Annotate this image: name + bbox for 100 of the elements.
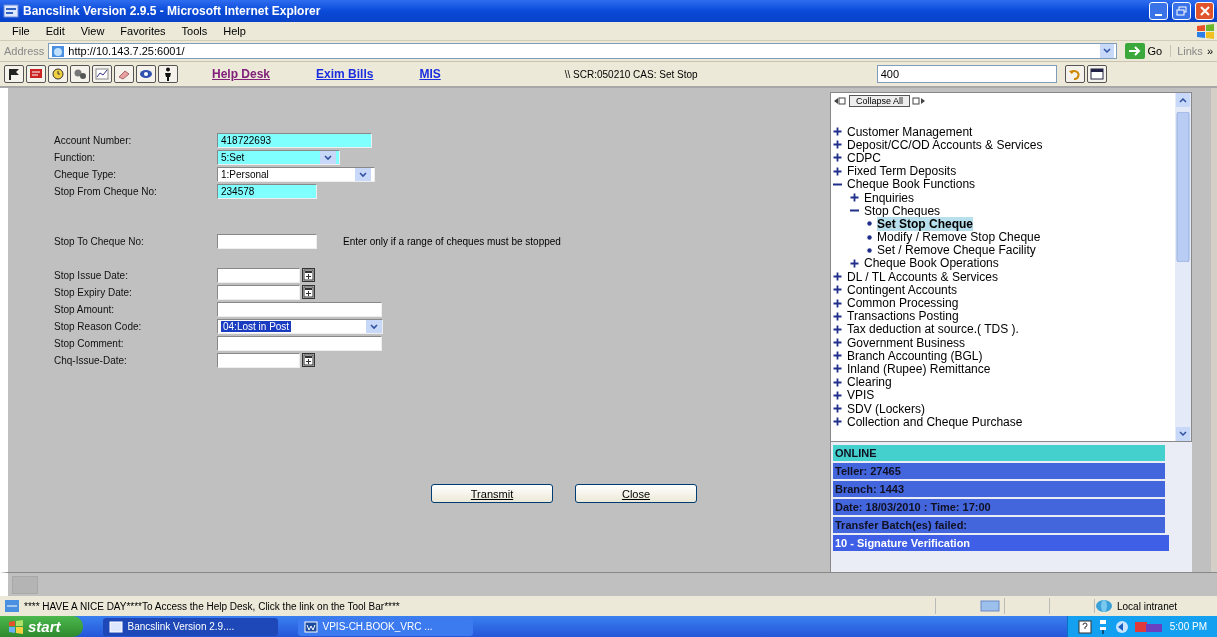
taskbar-button[interactable]: VPIS-CH.BOOK_VRC ... [297, 617, 473, 636]
plus-icon[interactable] [833, 377, 842, 387]
menu-item[interactable]: Help [215, 25, 254, 37]
plus-icon[interactable] [833, 338, 842, 348]
plus-icon[interactable] [833, 364, 842, 374]
page-icon [4, 599, 20, 613]
input-field[interactable] [217, 233, 317, 249]
address-field[interactable]: http://10.143.7.25:6001/ [48, 43, 1117, 59]
input-field[interactable]: 234578 [217, 183, 317, 199]
toolbar-link[interactable]: MIS [419, 67, 441, 81]
dropdown-field[interactable]: 04:Lost in Post [217, 318, 383, 334]
tree-item[interactable]: CDPC [847, 150, 881, 165]
plus-icon[interactable] [833, 285, 842, 295]
plus-icon[interactable] [833, 153, 842, 163]
restore-button[interactable] [1172, 2, 1191, 20]
tree-item[interactable]: Cheque Book Operations [864, 256, 999, 271]
tree-item[interactable]: Transactions Posting [847, 309, 959, 324]
go-button[interactable]: Go [1120, 43, 1167, 59]
eye-button[interactable] [136, 65, 156, 83]
speaker-icon[interactable] [1113, 619, 1128, 634]
dropdown-field[interactable]: 1:Personal [217, 166, 375, 182]
input-field[interactable]: 418722693 [217, 132, 372, 148]
plus-icon[interactable] [833, 417, 842, 427]
flag-button[interactable] [4, 65, 24, 83]
input-field[interactable] [217, 335, 382, 351]
screen-path: \\ SCR:050210 CAS: Set Stop [564, 68, 699, 80]
tree-item[interactable]: VPIS [847, 388, 875, 403]
plus-icon[interactable] [833, 311, 842, 321]
menu-item[interactable]: Edit [37, 25, 73, 37]
plus-icon[interactable] [833, 404, 842, 414]
plus-icon[interactable] [850, 258, 859, 268]
tree-item[interactable]: Fixed Term Deposits [847, 164, 957, 179]
clock: 5:00 PM [1169, 621, 1207, 632]
tree-item[interactable]: Tax deduction at source.( TDS ). [847, 322, 1019, 337]
menu-item[interactable]: Tools [173, 25, 216, 37]
app-window-icon [3, 4, 19, 18]
field-label: Function: [54, 151, 97, 163]
tree-item[interactable]: Modify / Remove Stop Cheque [877, 230, 1041, 245]
card-button[interactable] [26, 65, 46, 83]
help-icon[interactable] [1077, 619, 1092, 634]
close-icon [1199, 6, 1210, 16]
taskbar-button[interactable]: Bancslink Version 2.9.... [102, 617, 278, 636]
scrollbar-thumb[interactable] [1176, 112, 1190, 262]
menu-item[interactable]: Favorites [112, 25, 174, 37]
plus-icon[interactable] [833, 298, 842, 308]
calendar-icon[interactable] [302, 285, 315, 299]
form-button[interactable]: Close [575, 484, 697, 503]
window-icon [108, 620, 123, 633]
input-field[interactable] [217, 352, 300, 368]
clock-button[interactable] [48, 65, 68, 83]
input-field[interactable] [217, 301, 382, 317]
input-field[interactable] [217, 267, 300, 283]
toolbar-link[interactable]: Help Desk [212, 67, 271, 81]
tree-item[interactable]: Branch Accounting (BGL) [847, 348, 983, 363]
tree-item[interactable]: Contingent Accounts [847, 282, 958, 297]
plus-icon[interactable] [833, 166, 842, 176]
network-icon[interactable] [1097, 618, 1108, 635]
eraser-button[interactable] [114, 65, 134, 83]
scroll-down-icon[interactable] [1176, 427, 1190, 441]
plus-icon[interactable] [850, 193, 859, 203]
calendar-icon[interactable] [302, 268, 315, 282]
tree-item[interactable]: Collection and Cheque Purchase [847, 414, 1023, 429]
form-button[interactable]: Transmit [431, 484, 553, 503]
menu-item[interactable]: View [72, 25, 113, 37]
plus-icon[interactable] [833, 272, 842, 282]
gears-button[interactable] [70, 65, 90, 83]
person-button[interactable] [158, 65, 178, 83]
chevron-button[interactable]: » [1206, 45, 1213, 57]
chart-button[interactable] [92, 65, 112, 83]
tree-item[interactable]: Customer Management [847, 124, 973, 139]
code-field[interactable]: 400 [876, 65, 1057, 83]
minimize-button[interactable] [1149, 2, 1168, 20]
tree-item[interactable]: Set / Remove Cheque Facility [877, 243, 1036, 258]
tree-item[interactable]: Common Processing [847, 296, 959, 311]
tree-item[interactable]: Enquiries [864, 190, 915, 205]
page-icon [51, 44, 66, 58]
plus-icon[interactable] [833, 127, 842, 137]
collapse-all-button[interactable]: Collapse All [849, 95, 911, 107]
plus-icon[interactable] [833, 390, 842, 400]
toolbar-link[interactable]: Exim Bills [316, 67, 374, 81]
tree-item[interactable]: SDV (Lockers) [847, 401, 926, 416]
plus-icon[interactable] [833, 351, 842, 361]
calendar-button[interactable] [1086, 65, 1107, 83]
close-button[interactable] [1195, 2, 1214, 20]
tree-item[interactable]: Set Stop Cheque [877, 216, 973, 231]
dropdown-field[interactable]: 5:Set [217, 149, 340, 165]
plus-icon[interactable] [833, 140, 842, 150]
calendar-icon[interactable] [302, 353, 315, 367]
tree-item[interactable]: DL / TL Accounts & Services [847, 269, 998, 284]
screen-icon [980, 600, 1000, 612]
bullet-icon [867, 247, 872, 253]
tree-item[interactable]: Clearing [847, 375, 892, 390]
scroll-up-icon[interactable] [1176, 93, 1190, 107]
tree-item[interactable]: Cheque Book Functions [847, 177, 976, 192]
windows-logo-icon [8, 619, 24, 634]
input-field[interactable] [217, 284, 300, 300]
undo-button[interactable] [1064, 65, 1085, 83]
plus-icon[interactable] [833, 324, 842, 334]
menu-item[interactable]: File [4, 25, 38, 37]
tree-item[interactable]: Government Business [847, 335, 966, 350]
